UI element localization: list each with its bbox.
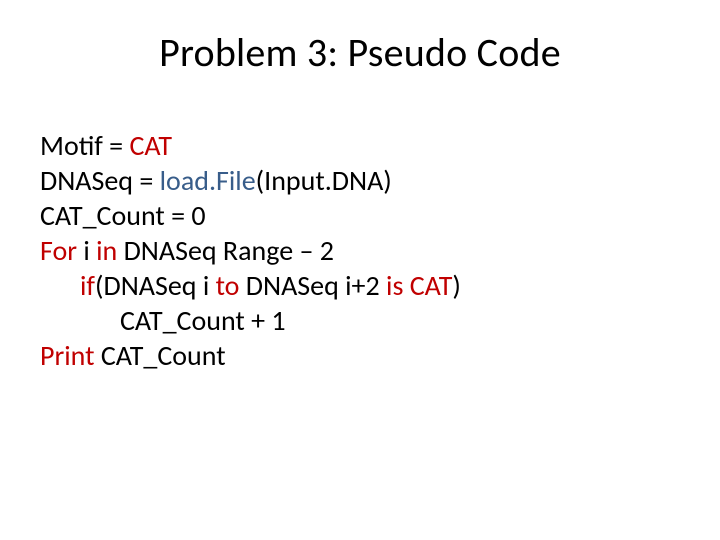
text: DNASeq = xyxy=(40,163,160,198)
keyword-print: Print xyxy=(40,338,94,373)
keyword-cat: CAT xyxy=(129,128,172,163)
function-loadfile: load.File xyxy=(160,163,256,198)
pseudocode-block: Motif = CAT DNASeq = load.File(Input.DNA… xyxy=(40,128,680,373)
text: Motif = xyxy=(40,128,129,163)
code-line-6: CAT_Count + 1 xyxy=(40,303,680,338)
slide-title: Problem 3: Pseudo Code xyxy=(0,28,720,77)
text: DNASeq i+2 xyxy=(239,268,386,303)
text: i xyxy=(77,233,96,268)
text: CAT_Count + 1 xyxy=(120,303,286,338)
keyword-if: if xyxy=(80,268,95,303)
keyword-to: to xyxy=(216,268,240,303)
text: CAT_Count = 0 xyxy=(40,198,206,233)
keyword-cat-2: CAT xyxy=(410,268,453,303)
code-line-5: if(DNASeq i to DNASeq i+2 is CAT) xyxy=(40,268,680,303)
text: (DNASeq i xyxy=(95,268,216,303)
code-line-7: Print CAT_Count xyxy=(40,338,680,373)
keyword-in: in xyxy=(96,233,117,268)
code-line-2: DNASeq = load.File(Input.DNA) xyxy=(40,163,680,198)
code-line-1: Motif = CAT xyxy=(40,128,680,163)
code-line-4: For i in DNASeq Range – 2 xyxy=(40,233,680,268)
slide: Problem 3: Pseudo Code Motif = CAT DNASe… xyxy=(0,0,720,540)
code-line-3: CAT_Count = 0 xyxy=(40,198,680,233)
keyword-for: For xyxy=(40,233,77,268)
keyword-is: is xyxy=(386,268,403,303)
text: DNASeq Range – 2 xyxy=(117,233,334,268)
text: (Input.DNA) xyxy=(256,163,392,198)
text: ) xyxy=(452,268,461,303)
text: CAT_Count xyxy=(94,338,225,373)
